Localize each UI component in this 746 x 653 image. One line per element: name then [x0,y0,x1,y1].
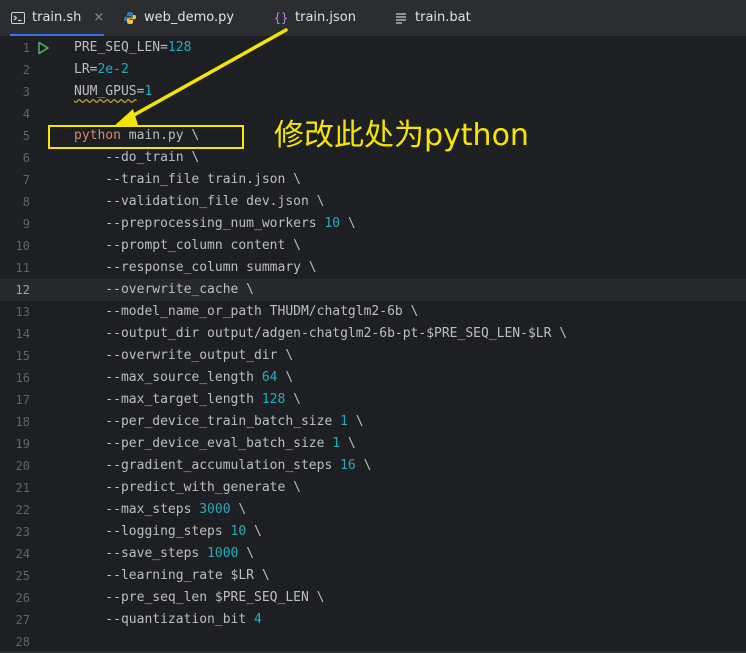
code-line[interactable]: 15 --overwrite_output_dir \ [0,345,746,367]
code-text: --max_steps 3000 \ [74,502,247,517]
code-text: --learning_rate $LR \ [74,568,270,583]
highlight-box [48,125,244,149]
code-line[interactable]: 2 LR=2e-2 [0,59,746,81]
code-line[interactable]: 27 --quantization_bit 4 [0,609,746,631]
code-text: --gradient_accumulation_steps 16 \ [74,458,372,473]
code-line[interactable]: 14 --output_dir output/adgen-chatglm2-6b… [0,323,746,345]
code-text: PRE_SEQ_LEN=128 [74,40,192,55]
code-line[interactable]: 13 --model_name_or_path THUDM/chatglm2-6… [0,301,746,323]
code-line[interactable]: 21 --predict_with_generate \ [0,477,746,499]
line-number: 23 [15,525,30,539]
line-number: 19 [15,437,30,451]
code-line[interactable]: 8 --validation_file dev.json \ [0,191,746,213]
line-number: 8 [22,195,30,209]
code-line[interactable]: 22 --max_steps 3000 \ [0,499,746,521]
code-text: --prompt_column content \ [74,238,301,253]
code-line[interactable]: 3 NUM_GPUS=1 [0,81,746,103]
terminal-icon [10,10,26,26]
line-number: 25 [15,569,30,583]
line-number: 24 [15,547,30,561]
code-text: --max_source_length 64 \ [74,370,294,385]
line-number: 13 [15,305,30,319]
code-text: --logging_steps 10 \ [74,524,262,539]
code-text: --quantization_bit 4 [74,612,262,627]
code-line[interactable]: 18 --per_device_train_batch_size 1 \ [0,411,746,433]
editor-tab-bar: train.sh × web_demo.py {} train.json tra… [0,0,746,37]
code-line[interactable]: 23 --logging_steps 10 \ [0,521,746,543]
line-number: 27 [15,613,30,627]
close-icon[interactable]: × [93,10,104,25]
line-number: 22 [15,503,30,517]
line-number: 6 [22,151,30,165]
tab-train-bat[interactable]: train.bat [393,0,471,35]
line-number: 4 [22,107,30,121]
line-number: 20 [15,459,30,473]
code-text: --model_name_or_path THUDM/chatglm2-6b \ [74,304,419,319]
line-number: 17 [15,393,30,407]
line-number: 10 [15,239,30,253]
tab-label: train.sh [32,10,82,25]
code-line[interactable]: 25 --learning_rate $LR \ [0,565,746,587]
code-text: --train_file train.json \ [74,172,301,187]
code-line[interactable]: 17 --max_target_length 128 \ [0,389,746,411]
svg-text:{}: {} [274,11,288,25]
line-number: 11 [15,261,30,275]
tab-train-sh[interactable]: train.sh × [10,0,105,36]
line-number: 3 [22,85,30,99]
code-text: --validation_file dev.json \ [74,194,325,209]
code-text: --response_column summary \ [74,260,317,275]
line-number: 15 [15,349,30,363]
code-text: --pre_seq_len $PRE_SEQ_LEN \ [74,590,325,605]
code-line[interactable]: 10 --prompt_column content \ [0,235,746,257]
code-line[interactable]: 7 --train_file train.json \ [0,169,746,191]
annotation-text: 修改此处为python [274,118,529,153]
code-line[interactable]: 24 --save_steps 1000 \ [0,543,746,565]
code-text: --do_train \ [74,150,200,165]
line-number: 9 [22,217,30,231]
code-line[interactable]: 19 --per_device_eval_batch_size 1 \ [0,433,746,455]
run-icon[interactable] [36,41,50,55]
code-text: --per_device_eval_batch_size 1 \ [74,436,356,451]
tab-label: train.json [295,10,356,25]
line-number: 5 [22,129,30,143]
line-number: 18 [15,415,30,429]
code-line[interactable]: 9 --preprocessing_num_workers 10 \ [0,213,746,235]
code-text: --predict_with_generate \ [74,480,301,495]
tab-label: web_demo.py [144,10,235,25]
code-line[interactable]: 28 [0,631,746,653]
json-braces-icon: {} [273,10,289,26]
code-line[interactable]: 11 --response_column summary \ [0,257,746,279]
line-number: 14 [15,327,30,341]
code-line[interactable]: 26 --pre_seq_len $PRE_SEQ_LEN \ [0,587,746,609]
code-text: --overwrite_output_dir \ [74,348,294,363]
code-line[interactable]: 20 --gradient_accumulation_steps 16 \ [0,455,746,477]
line-number: 7 [22,173,30,187]
line-number: 2 [22,63,30,77]
line-number: 16 [15,371,30,385]
code-text: LR=2e-2 [74,62,129,77]
code-text: --overwrite_cache \ [74,282,255,297]
code-text: --preprocessing_num_workers 10 \ [74,216,356,231]
text-file-icon [393,10,409,26]
line-number: 12 [15,283,30,297]
code-text: NUM_GPUS=1 [74,84,153,99]
line-number: 26 [15,591,30,605]
code-line[interactable]: 16 --max_source_length 64 \ [0,367,746,389]
code-line[interactable]: 12 --overwrite_cache \ [0,279,746,301]
code-line[interactable]: 1 PRE_SEQ_LEN=128 [0,37,746,59]
tab-train-json[interactable]: {} train.json [273,0,356,35]
line-number: 21 [15,481,30,495]
code-text: --save_steps 1000 \ [74,546,255,561]
line-number: 1 [22,41,30,55]
python-icon [122,10,138,26]
tab-label: train.bat [415,10,471,25]
code-text: --max_target_length 128 \ [74,392,301,407]
line-number: 28 [15,635,30,649]
code-text: --per_device_train_batch_size 1 \ [74,414,364,429]
tab-web-demo-py[interactable]: web_demo.py [122,0,234,35]
code-text: --output_dir output/adgen-chatglm2-6b-pt… [74,326,568,341]
